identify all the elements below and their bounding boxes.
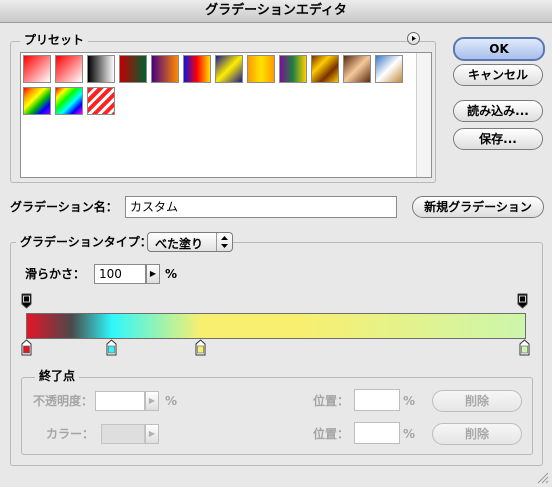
preset-swatch[interactable] xyxy=(247,55,275,83)
cancel-button[interactable]: キャンセル xyxy=(453,64,543,86)
circle-arrow-icon[interactable] xyxy=(407,32,420,45)
preset-swatch[interactable] xyxy=(87,55,115,83)
smoothness-stepper[interactable]: ▶ xyxy=(146,264,160,284)
preset-swatch[interactable] xyxy=(23,55,51,83)
opacity-delete-button[interactable]: 削除 xyxy=(432,390,522,412)
preset-swatch[interactable] xyxy=(375,55,403,83)
gradient-type-value: べた塗り xyxy=(155,237,204,251)
preset-swatch[interactable] xyxy=(151,55,179,83)
opacity-stop-right[interactable] xyxy=(517,293,528,309)
stops-legend: 終了点 xyxy=(35,369,80,383)
opacity-unit: % xyxy=(165,394,178,408)
preset-swatch[interactable] xyxy=(55,55,83,83)
opacity-stepper[interactable]: ▶ xyxy=(145,391,159,411)
opacity-location-unit: % xyxy=(403,394,416,408)
opacity-stop-left[interactable] xyxy=(21,293,32,309)
color-location-unit: % xyxy=(403,427,416,441)
resize-grip-icon[interactable] xyxy=(535,470,549,484)
color-stepper[interactable]: ▶ xyxy=(145,424,159,444)
preset-scrollbar[interactable] xyxy=(416,53,431,177)
load-button[interactable]: 読み込み... xyxy=(453,100,543,122)
preset-swatch[interactable] xyxy=(343,55,371,83)
gradient-type-label: グラデーションタイプ： xyxy=(16,235,156,249)
preset-swatch[interactable] xyxy=(311,55,339,83)
save-button[interactable]: 保存... xyxy=(453,128,543,150)
color-stop-1[interactable] xyxy=(106,339,117,356)
ok-button[interactable]: OK xyxy=(453,37,545,61)
gradient-type-select[interactable]: べた塗り xyxy=(147,232,233,252)
color-stop-3[interactable] xyxy=(519,339,530,356)
chevron-updown-icon xyxy=(216,233,232,251)
gradient-name-label: グラデーション名： xyxy=(10,200,118,214)
color-swatch[interactable] xyxy=(101,424,145,444)
gradient-bar[interactable] xyxy=(26,313,526,339)
smoothness-field[interactable]: 100 xyxy=(94,264,146,284)
preset-swatch[interactable] xyxy=(183,55,211,83)
preset-swatch[interactable] xyxy=(55,87,83,115)
color-location-field[interactable] xyxy=(354,422,400,444)
preset-list[interactable] xyxy=(20,52,432,178)
color-label: カラー： xyxy=(46,427,95,441)
opacity-label: 不透明度： xyxy=(33,394,94,408)
preset-swatch[interactable] xyxy=(215,55,243,83)
new-gradient-button[interactable]: 新規グラデーション xyxy=(412,196,544,218)
gradient-name-field[interactable]: カスタム xyxy=(125,196,397,218)
opacity-location-label: 位置： xyxy=(313,394,350,408)
preset-swatch[interactable] xyxy=(279,55,307,83)
color-delete-button[interactable]: 削除 xyxy=(432,423,522,445)
opacity-location-field[interactable] xyxy=(354,389,400,411)
opacity-field[interactable] xyxy=(95,391,145,411)
preset-swatch[interactable] xyxy=(119,55,147,83)
window-title: グラデーションエディタ xyxy=(0,0,552,23)
color-stop-2[interactable] xyxy=(195,339,206,356)
color-stop-0[interactable] xyxy=(21,339,32,356)
preset-swatch[interactable] xyxy=(87,87,115,115)
presets-legend: プリセット xyxy=(20,33,89,47)
color-location-label: 位置： xyxy=(313,427,350,441)
smoothness-label: 滑らかさ： xyxy=(25,267,86,281)
preset-swatch[interactable] xyxy=(23,87,51,115)
smoothness-unit: % xyxy=(165,267,178,281)
